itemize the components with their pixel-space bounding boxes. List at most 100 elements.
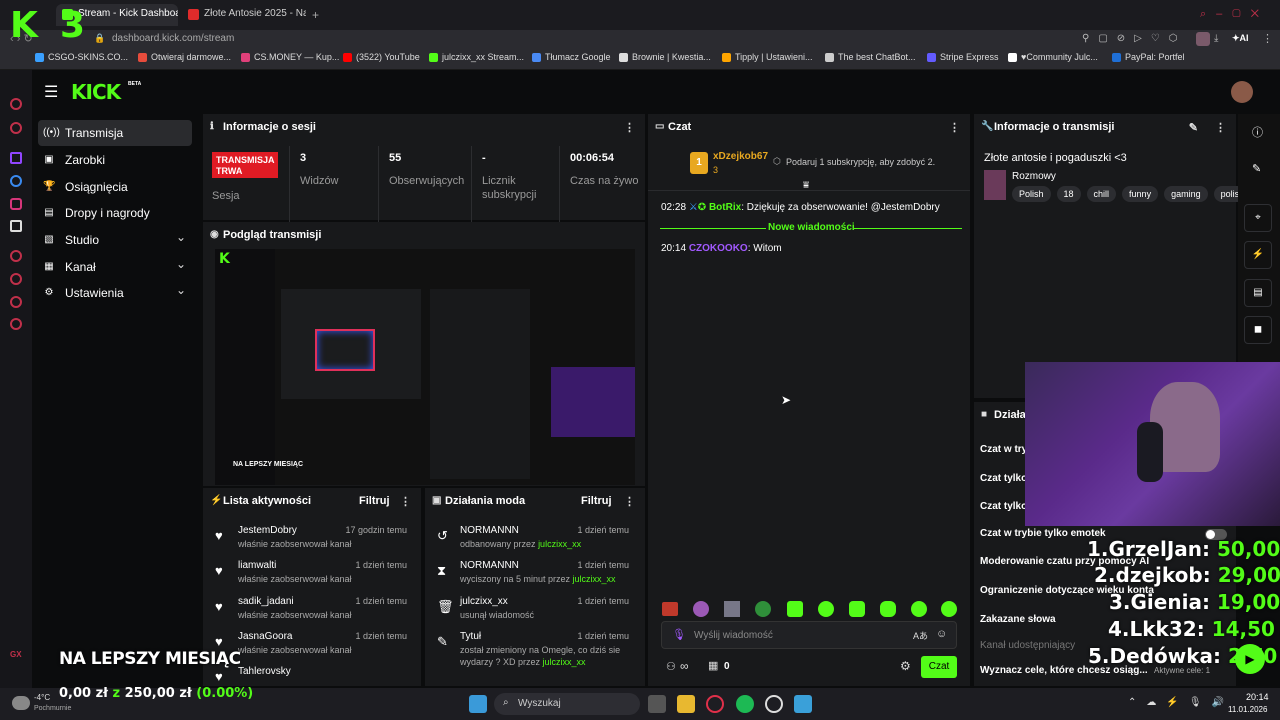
menu-icon[interactable]: ⋮ [1262, 32, 1273, 45]
chat-bubble-icon[interactable]: ◼ [1244, 316, 1272, 344]
bookmark-0[interactable]: CSGO-SKINS.CO... [35, 52, 128, 62]
bookmark-1[interactable]: Otwieraj darmowe... [138, 52, 231, 62]
emote-3[interactable] [724, 601, 740, 617]
chat-settings-icon[interactable]: ⚙ [900, 659, 911, 673]
bookmark-11[interactable]: PayPal: Portfel [1112, 52, 1185, 62]
extensions-icon[interactable] [10, 296, 22, 308]
nav-label: Ustawienia [65, 286, 124, 300]
emote-8[interactable] [880, 601, 896, 617]
trophy-icon: 🏆 [43, 181, 56, 192]
mic-icon[interactable]: 🎙 [672, 628, 686, 641]
user-avatar[interactable] [1231, 81, 1253, 103]
emote-1[interactable] [662, 602, 678, 616]
settings-icon[interactable] [10, 318, 22, 330]
browser-tab-zlote[interactable]: Złote Antosie 2025 - Najw [182, 4, 306, 26]
kebab-icon[interactable]: ⋮ [949, 121, 960, 134]
bookmark-4[interactable]: julczixx_xx Stream... [429, 52, 524, 62]
leaderboard-entry: 4.Lkk32: 14,50 zł [1108, 617, 1280, 641]
nav-zarobki[interactable]: ▣ Zarobki [38, 147, 192, 173]
action-row[interactable]: Czat tylko [980, 473, 1027, 484]
bookmark-6[interactable]: Brownie | Kwestia... [619, 52, 711, 62]
window-controls[interactable]: ⌕–▢✕ [1200, 8, 1269, 21]
download-icon[interactable]: ⤓ [1214, 33, 1218, 44]
nav-ustawienia[interactable]: ⚙ Ustawienia ⌄ [38, 280, 192, 306]
windows-start-icon[interactable] [469, 695, 487, 713]
category-name[interactable]: Rozmowy [1012, 171, 1056, 182]
bookmark-3[interactable]: (3522) YouTube [343, 52, 420, 62]
tray-icons[interactable]: ⌃☁⚡🎙🔊 [1128, 697, 1234, 708]
action-row-share: Kanał udostępniający [980, 640, 1076, 651]
instagram-icon[interactable] [10, 198, 22, 210]
messenger-icon[interactable] [10, 175, 22, 187]
nav-osiagniecia[interactable]: 🏆 Osiągnięcia [38, 174, 192, 200]
kick-logo[interactable]: KICK [71, 80, 121, 104]
panel-title: Czat [668, 121, 692, 133]
twitch-icon[interactable] [10, 152, 22, 164]
lightning-icon[interactable]: ⚡ [1244, 241, 1272, 269]
bookmark-9[interactable]: Stripe Express [927, 52, 999, 62]
pen-icon[interactable]: ✎ [1252, 162, 1261, 175]
nav-dropy[interactable]: ▤ Dropy i nagrody [38, 200, 192, 226]
file-explorer-icon[interactable] [677, 695, 695, 713]
document-icon[interactable]: ▤ [1244, 279, 1272, 307]
url-field[interactable]: dashboard.kick.com/stream [112, 33, 234, 44]
nav-studio[interactable]: ▧ Studio ⌄ [38, 227, 192, 253]
filter-button[interactable]: Filtruj [359, 495, 390, 507]
sidebar-app-icon[interactable] [10, 122, 22, 134]
nav-transmisja[interactable]: ((•)) Transmisja [38, 120, 192, 146]
action-row-banned-words[interactable]: Zakazane słowa [980, 614, 1056, 625]
chat-icon: ▭ [655, 121, 665, 132]
webcam-overlay [1025, 362, 1280, 526]
new-tab-icon[interactable]: + [312, 8, 319, 22]
opera-gx-icon[interactable] [706, 695, 724, 713]
bookmark-7[interactable]: Tipply | Ustawieni... [722, 52, 813, 62]
edit-icon[interactable]: ✎ [1189, 121, 1198, 134]
msg-user[interactable]: CZOKOOKO [689, 243, 748, 254]
bookmark-2[interactable]: CS.MONEY — Kup... [241, 52, 339, 62]
chat-send-button[interactable]: Czat [921, 656, 957, 678]
tiktok-icon[interactable] [10, 220, 22, 232]
stream-preview-video[interactable]: K NA LEPSZY MIESIĄC [215, 249, 635, 485]
bookmark-8[interactable]: The best ChatBot... [825, 52, 916, 62]
nav-kanal[interactable]: ▦ Kanał ⌄ [38, 254, 192, 280]
kebab-icon[interactable]: ⋮ [624, 495, 635, 508]
emote-2[interactable] [693, 601, 709, 617]
sidebar-app-icon[interactable] [10, 98, 22, 110]
emote-10[interactable] [941, 601, 957, 617]
taskbar-search-label: Wyszukaj [518, 698, 561, 709]
spotify-icon[interactable] [736, 695, 754, 713]
screenshot-icon[interactable]: ⌖ [1244, 204, 1272, 232]
app-icon-2[interactable] [794, 695, 812, 713]
info-icon[interactable]: ⓘ [1252, 124, 1263, 140]
profile-avatar[interactable] [1196, 32, 1210, 46]
app-icon[interactable] [765, 695, 783, 713]
hamburger-icon[interactable]: ☰ [44, 82, 58, 102]
msg-user[interactable]: BotRix [709, 202, 741, 213]
spotify-icon[interactable] [10, 250, 22, 262]
action-row[interactable]: Czat tylko [980, 501, 1027, 512]
action-row[interactable]: Czat w try [980, 444, 1027, 455]
emoji-icon[interactable]: ☺ [936, 628, 947, 640]
emote-6[interactable] [818, 601, 834, 617]
top-gifter-name[interactable]: xDzejkob67 [713, 151, 768, 162]
tag: gaming [1164, 186, 1208, 202]
toolbar-icons[interactable]: ⚲▢⊘▷♡⬡ [1082, 33, 1187, 44]
shield-icon: ▣ [432, 495, 442, 506]
wallet-icon: ▣ [44, 154, 54, 165]
emote-5[interactable] [787, 601, 803, 617]
kebab-icon[interactable]: ⋮ [624, 121, 635, 134]
bookmark-5[interactable]: Tłumacz Google [532, 52, 611, 62]
translate-icon[interactable]: Aあ [913, 629, 928, 642]
filter-button[interactable]: Filtruj [581, 495, 612, 507]
emote-7[interactable] [849, 601, 865, 617]
kebab-icon[interactable]: ⋮ [400, 495, 411, 508]
history-icon[interactable] [10, 273, 22, 285]
taskbar-search[interactable] [494, 693, 640, 715]
emote-4[interactable] [755, 601, 771, 617]
bookmark-10[interactable]: ♥Community Julc... [1008, 52, 1098, 62]
emote-9[interactable] [911, 601, 927, 617]
infinity-label: ∞ [680, 659, 689, 673]
ai-button[interactable]: ✦AI [1232, 33, 1249, 44]
kebab-icon[interactable]: ⋮ [1215, 121, 1226, 134]
task-view-icon[interactable] [648, 695, 666, 713]
